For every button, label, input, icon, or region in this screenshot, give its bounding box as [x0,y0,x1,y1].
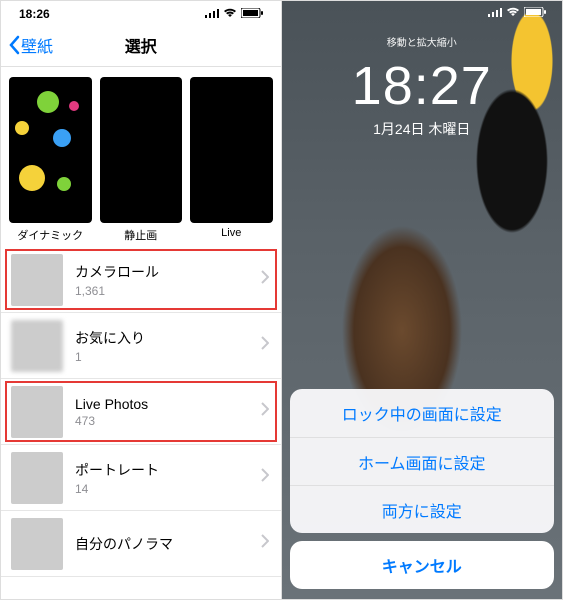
chevron-right-icon [261,468,269,487]
album-row[interactable]: Live Photos 473 [1,379,281,445]
album-meta: カメラロール 1,361 [75,262,261,298]
album-row[interactable]: カメラロール 1,361 [1,247,281,313]
cancel-button[interactable]: キャンセル [290,541,555,589]
category-still[interactable]: 静止画 [100,77,183,243]
category-still-thumb [100,77,183,223]
category-live-thumb [190,77,273,223]
status-bar [282,1,563,20]
status-bar: 18:26 [1,1,281,23]
category-label: 静止画 [100,227,183,243]
battery-icon [241,7,263,21]
wifi-icon [506,7,520,20]
signal-icon [488,7,502,20]
battery-icon [524,7,546,20]
album-name: 自分のパノラマ [75,534,261,554]
album-count: 1 [75,350,261,364]
album-count: 14 [75,482,261,496]
category-dynamic-thumb [9,77,92,223]
chevron-left-icon [7,35,21,55]
album-count: 473 [75,414,261,428]
signal-icon [205,7,219,21]
action-sheet-group: ロック中の画面に設定 ホーム画面に設定 両方に設定 [290,389,555,533]
album-meta: ポートレート 14 [75,460,261,496]
album-row[interactable]: ポートレート 14 [1,445,281,511]
category-dynamic[interactable]: ダイナミック [9,77,92,243]
nav-bar: 壁紙 選択 [1,23,281,67]
action-sheet: ロック中の画面に設定 ホーム画面に設定 両方に設定 キャンセル [290,389,555,589]
wallpaper-categories: ダイナミック 静止画 Live [1,67,281,247]
album-thumb [11,320,63,372]
move-scale-hint: 移動と拡大縮小 [282,34,563,49]
wifi-icon [223,7,237,21]
album-thumb [11,452,63,504]
album-name: Live Photos [75,396,261,412]
category-label: ダイナミック [9,227,92,243]
album-name: カメラロール [75,262,261,282]
album-thumb [11,386,63,438]
back-label: 壁紙 [21,33,53,57]
album-thumb [11,254,63,306]
status-time: 18:26 [19,7,50,21]
album-name: ポートレート [75,460,261,480]
album-thumb [11,518,63,570]
album-row[interactable]: 自分のパノラマ [1,511,281,577]
album-list: カメラロール 1,361 お気に入り 1 Live Photos 473 ポートレート 14 自… [1,247,281,577]
chevron-right-icon [261,534,269,553]
album-meta: Live Photos 473 [75,396,261,428]
back-button[interactable]: 壁紙 [1,33,53,57]
lock-time: 18:27 [282,55,563,117]
wallpaper-select-screen: 18:26 壁紙 選択 ダイナミック [1,1,282,599]
album-meta: お気に入り 1 [75,328,261,364]
lock-date: 1月24日 木曜日 [282,119,563,139]
album-count: 1,361 [75,284,261,298]
chevron-right-icon [261,270,269,289]
album-name: お気に入り [75,328,261,348]
chevron-right-icon [261,402,269,421]
chevron-right-icon [261,336,269,355]
category-label: Live [190,227,273,239]
category-live[interactable]: Live [190,77,273,243]
set-lock-screen-button[interactable]: ロック中の画面に設定 [290,389,555,437]
album-row[interactable]: お気に入り 1 [1,313,281,379]
album-meta: 自分のパノラマ [75,534,261,554]
set-home-screen-button[interactable]: ホーム画面に設定 [290,437,555,485]
wallpaper-preview-screen: 移動と拡大縮小 18:27 1月24日 木曜日 ロック中の画面に設定 ホーム画面… [282,1,563,599]
set-both-button[interactable]: 両方に設定 [290,485,555,533]
